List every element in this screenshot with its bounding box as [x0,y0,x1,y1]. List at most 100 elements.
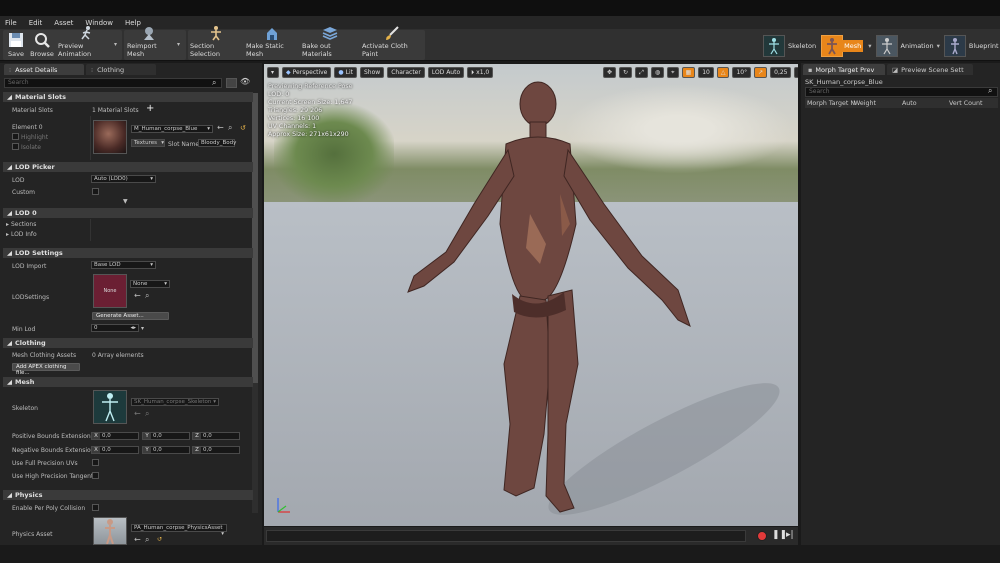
show-button[interactable]: Show [360,67,385,78]
per-poly-collision-checkbox[interactable] [92,504,99,511]
highlight-checkbox[interactable] [12,133,19,140]
section-lod-0[interactable]: ◢ LOD 0 [3,208,253,218]
animation-dropdown-icon[interactable]: ▾ [937,42,940,50]
surface-snap-icon[interactable]: ⌖ [667,67,679,78]
pause-icon[interactable]: ❚❚ [772,530,787,540]
use-selected-arrow-icon[interactable]: ← [134,535,141,544]
material-thumbnail[interactable] [93,120,127,154]
eye-icon[interactable]: 👁 [240,77,250,86]
menu-file[interactable]: File [5,19,17,27]
tab-preview-scene-settings[interactable]: ◪ Preview Scene Sett [887,64,973,75]
details-search-input[interactable]: Search [4,78,222,88]
tab-asset-details[interactable]: ⁝ Asset Details [4,64,84,75]
rotation-snap-value[interactable]: 10° [732,67,752,78]
add-material-slot-icon[interactable]: + [146,103,154,114]
textures-dropdown[interactable]: Textures ▾ [131,139,165,147]
use-selected-arrow-icon[interactable]: ← [134,409,141,418]
reimport-dropdown-icon[interactable]: ▾ [177,41,180,48]
scale-icon[interactable]: ⤢ [635,67,648,78]
save-button[interactable]: Save [5,30,27,60]
custom-checkbox[interactable] [92,188,99,195]
lit-button[interactable]: ● Lit [334,67,357,78]
use-selected-arrow-icon[interactable]: ← [134,291,141,300]
skeleton-mode-label[interactable]: Skeleton [788,42,816,50]
blueprint-mode-icon[interactable] [943,35,966,57]
skeleton-picker[interactable]: SK_Human_corpse_Skeleton ▾ [131,398,219,406]
menu-asset[interactable]: Asset [54,19,73,27]
playback-speed-button[interactable]: ⏵ x1,0 [467,67,494,78]
menu-help[interactable]: Help [125,19,141,27]
world-space-icon[interactable]: ◍ [650,67,665,78]
material-picker[interactable]: M_Human_corpse_Blue ▾ [131,125,213,133]
rotate-icon[interactable]: ↻ [619,67,633,78]
grid-snap-icon[interactable]: ▦ [681,67,696,78]
col-morph-target-name[interactable]: Morph Target N [807,100,855,107]
character-button[interactable]: Character [387,67,425,78]
reset-arrow-icon[interactable]: ↺ [157,536,162,543]
animation-mode-label[interactable]: Animation [901,42,934,50]
mesh-mode-label[interactable]: Mesh [842,40,864,52]
scale-snap-value[interactable]: 0,25 [770,67,792,78]
translate-icon[interactable]: ✥ [603,67,617,78]
full-precision-uvs-checkbox[interactable] [92,459,99,466]
use-selected-arrow-icon[interactable]: ← [217,123,224,132]
chevron-down-icon[interactable]: ▾ [141,325,144,332]
skeleton-mode-icon[interactable] [763,35,785,57]
preview-viewport[interactable]: ▾ ◆ Perspective ● Lit Show Character LOD A… [264,64,798,526]
blueprint-mode-label[interactable]: Blueprint [969,42,999,50]
morph-search-input[interactable]: Search [805,87,998,97]
section-mesh[interactable]: ◢ Mesh [3,377,253,387]
col-vert-count[interactable]: Vert Count [949,100,982,107]
preview-animation-button[interactable]: Preview Animation [58,26,116,60]
view-options-grid-icon[interactable] [226,78,237,88]
positive-bounds-y[interactable]: Y 0,0 [142,432,190,440]
record-icon[interactable] [757,531,767,541]
skeleton-thumbnail[interactable] [93,390,127,424]
preview-animation-dropdown-icon[interactable]: ▾ [114,41,117,48]
generate-asset-button[interactable]: Generate Asset... [92,312,169,320]
sections-row[interactable]: ▸ Sections [6,221,36,228]
tab-morph-target-preview[interactable]: ▪ Morph Target Prev [803,64,885,75]
negative-bounds-x[interactable]: X 0,0 [91,446,139,454]
slot-name-input[interactable]: Bloody_Body [198,139,236,147]
physics-asset-thumbnail[interactable] [93,517,127,545]
browse-search-icon[interactable]: ⌕ [145,291,149,301]
scale-snap-icon[interactable]: ↗ [754,67,768,78]
lod-settings-picker[interactable]: None ▾ [130,280,170,288]
bake-out-materials-button[interactable]: Bake out Materials [302,27,358,60]
browse-search-icon[interactable]: ⌕ [228,123,232,133]
section-material-slots[interactable]: ◢ Material Slots [3,92,253,102]
browse-search-icon[interactable]: ⌕ [145,409,149,419]
negative-bounds-z[interactable]: Z 0,0 [192,446,240,454]
camera-speed-button[interactable]: ▮4 [794,67,798,78]
negative-bounds-y[interactable]: Y 0,0 [142,446,190,454]
lod-auto-button[interactable]: LOD Auto [427,67,465,78]
tab-clothing[interactable]: ⁝ Clothing [86,64,156,75]
section-selection-button[interactable]: Section Selection [190,26,242,60]
col-weight[interactable]: Weight [854,100,876,107]
section-clothing[interactable]: ◢ Clothing [3,338,253,348]
reset-arrow-icon[interactable]: ↺ [240,124,246,132]
perspective-button[interactable]: ◆ Perspective [282,67,332,78]
viewport-options-dropdown-icon[interactable]: ▾ [267,67,279,78]
menu-edit[interactable]: Edit [29,19,43,27]
expand-advanced-icon[interactable]: ▼ [123,198,128,205]
section-physics[interactable]: ◢ Physics [3,490,253,500]
reimport-mesh-button[interactable]: Reimport Mesh [127,27,171,60]
add-apex-clothing-button[interactable]: Add APEX clothing file... [12,363,80,376]
physics-asset-picker[interactable]: PA_Human_corpse_PhysicsAsset ▾ [131,524,227,537]
positive-bounds-x[interactable]: X 0,0 [91,432,139,440]
section-lod-picker[interactable]: ◢ LOD Picker [3,162,253,172]
browse-search-icon[interactable]: ⌕ [145,535,149,545]
lod-dropdown[interactable]: Auto (LOD0) ▾ [91,175,156,183]
lod-settings-thumbnail[interactable]: None [93,274,127,308]
high-precision-tangent-checkbox[interactable] [92,472,99,479]
activate-cloth-paint-button[interactable]: Activate Cloth Paint [362,26,422,60]
rotation-snap-icon[interactable]: △ [716,67,730,78]
mesh-mode-icon[interactable] [821,35,844,57]
mode-dropdown-icon[interactable]: ▾ [868,42,871,50]
browse-button[interactable]: Browse [29,30,55,60]
lod-info-row[interactable]: ▸ LOD Info [6,231,37,238]
positive-bounds-z[interactable]: Z 0,0 [192,432,240,440]
make-static-mesh-button[interactable]: Make Static Mesh [246,28,298,60]
